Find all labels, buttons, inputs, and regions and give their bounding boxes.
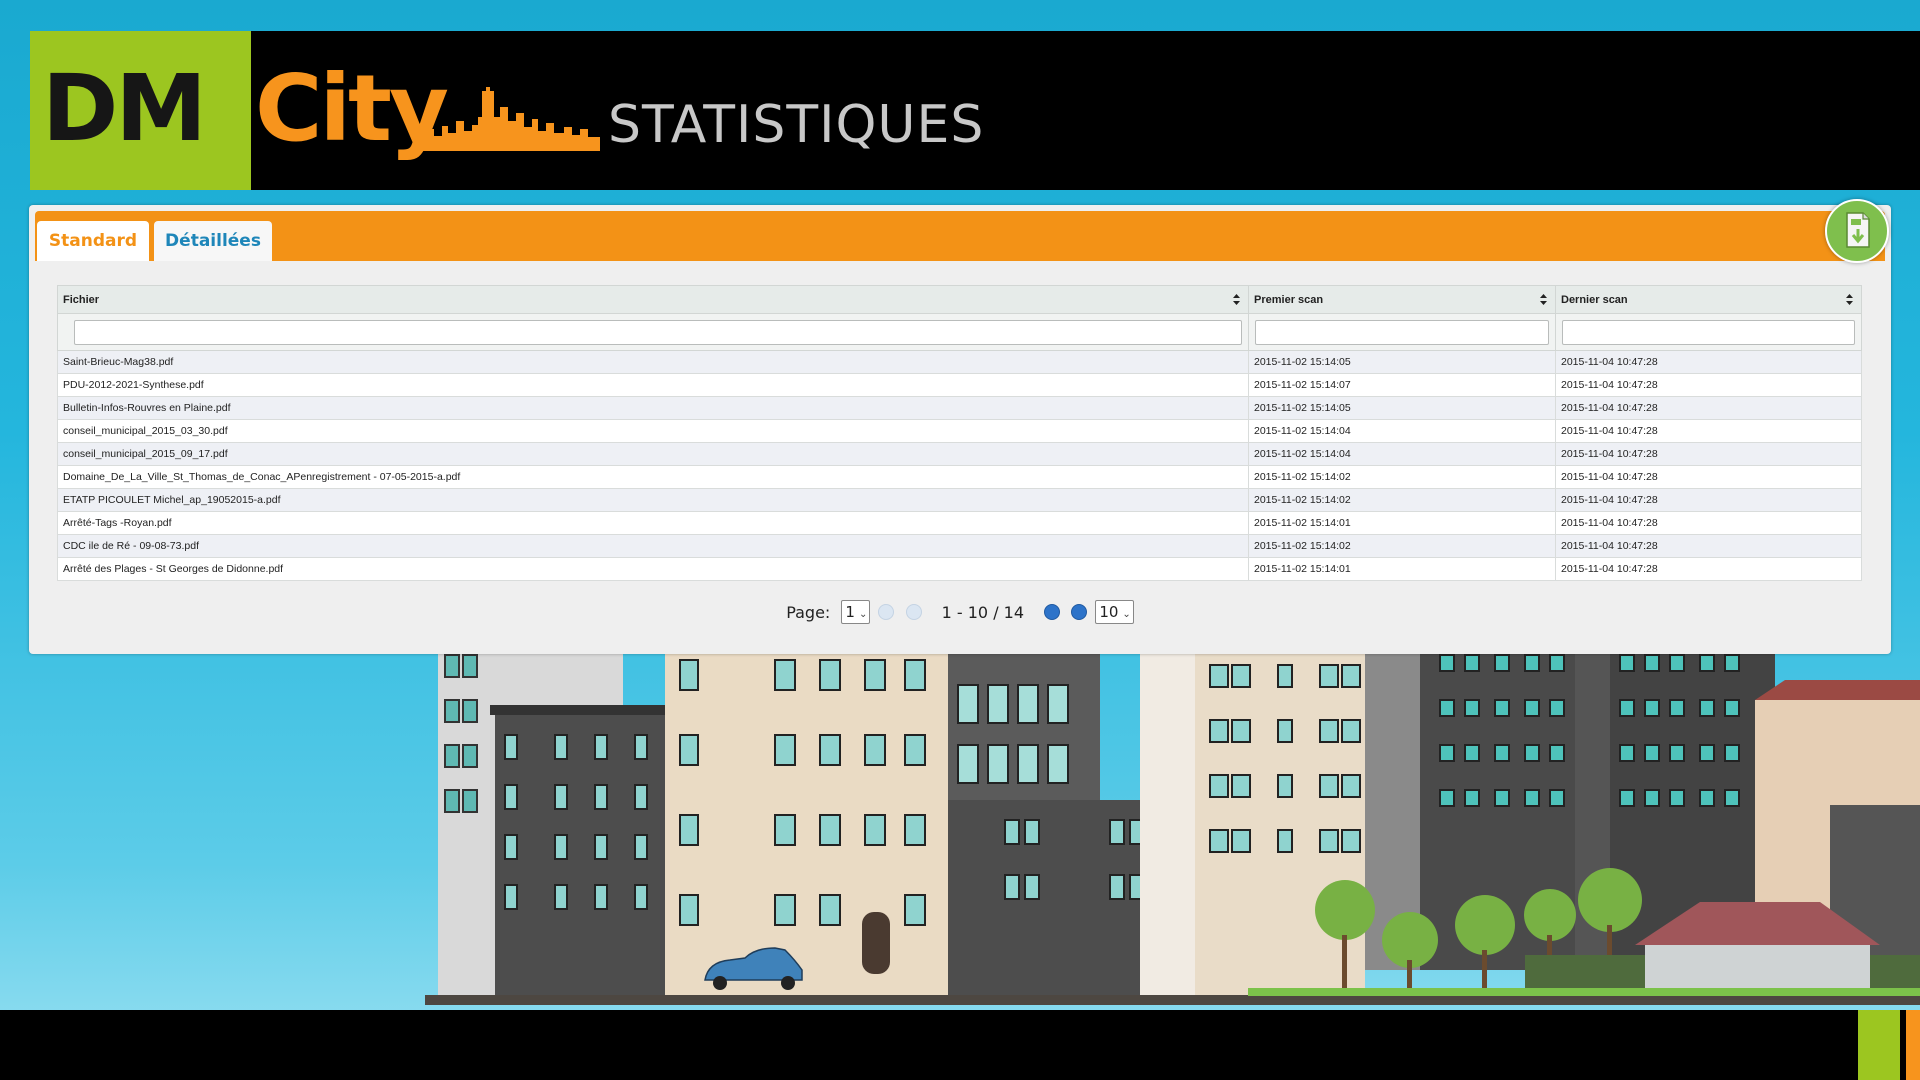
filter-cell: [57, 313, 1249, 351]
page-label: Page:: [786, 602, 831, 622]
table-body: Saint-Brieuc-Mag38.pdf 2015-11-02 15:14:0…: [57, 350, 1862, 581]
table-row[interactable]: Arrêté des Plages - St Georges de Didonn…: [57, 557, 1862, 581]
column-label: Dernier scan: [1561, 293, 1628, 306]
table-row[interactable]: conseil_municipal_2015_03_30.pdf 2015-11-…: [57, 419, 1862, 443]
logo-city-text: City: [255, 55, 449, 162]
per-page-select[interactable]: 10 ⌄: [1095, 600, 1134, 624]
cell-dernier-scan: 2015-11-04 10:47:28: [1555, 373, 1862, 397]
filter-cell: [1555, 313, 1862, 351]
pagination: Page: 1 ⌄ 1 - 10 / 14 10 ⌄: [29, 600, 1891, 624]
tab-detaillees[interactable]: Détaillées: [154, 221, 272, 261]
tab-standard[interactable]: Standard: [37, 221, 149, 261]
cell-premier-scan: 2015-11-02 15:14:02: [1248, 465, 1556, 489]
page-select[interactable]: 1 ⌄: [841, 600, 871, 624]
cell-dernier-scan: 2015-11-04 10:47:28: [1555, 350, 1862, 374]
cell-dernier-scan: 2015-11-04 10:47:28: [1555, 534, 1862, 558]
files-table: Fichier Premier scan Dernier scan Saint-…: [57, 285, 1862, 581]
footer-stripe-green: [1858, 1010, 1900, 1080]
cell-fichier: Saint-Brieuc-Mag38.pdf: [57, 350, 1249, 374]
sort-icon[interactable]: [1233, 294, 1240, 305]
statistics-panel: Standard Détaillées Fichier Premier scan: [29, 199, 1891, 654]
column-header-premier-scan[interactable]: Premier scan: [1248, 285, 1556, 314]
cell-dernier-scan: 2015-11-04 10:47:28: [1555, 511, 1862, 535]
cell-dernier-scan: 2015-11-04 10:47:28: [1555, 419, 1862, 443]
chevron-down-icon: ⌄: [1122, 609, 1131, 620]
last-page-icon[interactable]: [1071, 604, 1088, 620]
record-range: 1 - 10 / 14: [941, 602, 1025, 622]
table-row[interactable]: ETATP PICOULET Michel_ap_19052015-a.pdf 2…: [57, 488, 1862, 512]
cell-dernier-scan: 2015-11-04 10:47:28: [1555, 396, 1862, 420]
cell-fichier: Arrêté des Plages - St Georges de Didonn…: [57, 557, 1249, 581]
cell-premier-scan: 2015-11-02 15:14:05: [1248, 396, 1556, 420]
csv-download-icon: [1846, 212, 1870, 248]
table-row[interactable]: conseil_municipal_2015_09_17.pdf 2015-11-…: [57, 442, 1862, 466]
table-row[interactable]: PDU-2012-2021-Synthese.pdf 2015-11-02 15:…: [57, 373, 1862, 397]
column-label: Premier scan: [1254, 293, 1324, 306]
cell-premier-scan: 2015-11-02 15:14:02: [1248, 534, 1556, 558]
cell-dernier-scan: 2015-11-04 10:47:28: [1555, 465, 1862, 489]
table-row[interactable]: Domaine_De_La_Ville_St_Thomas_de_Conac_A…: [57, 465, 1862, 489]
csv-export-button[interactable]: [1825, 199, 1889, 263]
cell-fichier: conseil_municipal_2015_09_17.pdf: [57, 442, 1249, 466]
cell-premier-scan: 2015-11-02 15:14:04: [1248, 442, 1556, 466]
next-page-icon[interactable]: [1044, 604, 1061, 620]
per-page-select-value: 10: [1099, 603, 1119, 621]
filter-dernier-scan-input[interactable]: [1562, 319, 1855, 345]
filter-cell: [1248, 313, 1556, 351]
cell-premier-scan: 2015-11-02 15:14:04: [1248, 419, 1556, 443]
cell-dernier-scan: 2015-11-04 10:47:28: [1555, 557, 1862, 581]
footer-bar: [0, 1010, 1920, 1080]
tab-bar: Standard Détaillées: [35, 199, 1889, 263]
cell-dernier-scan: 2015-11-04 10:47:28: [1555, 442, 1862, 466]
table-row[interactable]: Bulletin-Infos-Rouvres en Plaine.pdf 2015…: [57, 396, 1862, 420]
cell-fichier: PDU-2012-2021-Synthese.pdf: [57, 373, 1249, 397]
sort-icon[interactable]: [1540, 294, 1547, 305]
cell-premier-scan: 2015-11-02 15:14:01: [1248, 557, 1556, 581]
cell-fichier: ETATP PICOULET Michel_ap_19052015-a.pdf: [57, 488, 1249, 512]
cell-fichier: Domaine_De_La_Ville_St_Thomas_de_Conac_A…: [57, 465, 1249, 489]
sort-icon[interactable]: [1846, 294, 1853, 305]
page-select-value: 1: [845, 603, 855, 621]
first-page-icon[interactable]: [878, 604, 895, 620]
table-row[interactable]: Arrêté-Tags -Royan.pdf 2015-11-02 15:14:0…: [57, 511, 1862, 535]
table-row[interactable]: Saint-Brieuc-Mag38.pdf 2015-11-02 15:14:0…: [57, 350, 1862, 374]
column-header-dernier-scan[interactable]: Dernier scan: [1555, 285, 1862, 314]
footer-stripe-orange: [1906, 1010, 1920, 1080]
logo-dm-text: DM: [42, 55, 207, 162]
cell-premier-scan: 2015-11-02 15:14:07: [1248, 373, 1556, 397]
page-title: STATISTIQUES: [608, 95, 985, 155]
city-illustration: [425, 640, 1920, 1005]
cell-fichier: conseil_municipal_2015_03_30.pdf: [57, 419, 1249, 443]
cell-fichier: CDC ile de Ré - 09-08-73.pdf: [57, 534, 1249, 558]
cell-premier-scan: 2015-11-02 15:14:02: [1248, 488, 1556, 512]
cell-dernier-scan: 2015-11-04 10:47:28: [1555, 488, 1862, 512]
previous-page-icon[interactable]: [905, 604, 922, 620]
column-header-fichier[interactable]: Fichier: [57, 285, 1249, 314]
cell-premier-scan: 2015-11-02 15:14:05: [1248, 350, 1556, 374]
chevron-down-icon: ⌄: [858, 609, 868, 620]
table-row[interactable]: CDC ile de Ré - 09-08-73.pdf 2015-11-02 1…: [57, 534, 1862, 558]
filter-premier-scan-input[interactable]: [1255, 319, 1549, 345]
app-header: DM City STATISTIQUES: [30, 31, 1920, 190]
skyline-logo-icon: [420, 87, 600, 151]
cell-premier-scan: 2015-11-02 15:14:01: [1248, 511, 1556, 535]
filter-fichier-input[interactable]: [74, 319, 1242, 345]
cell-fichier: Arrêté-Tags -Royan.pdf: [57, 511, 1249, 535]
column-label: Fichier: [63, 293, 100, 306]
cell-fichier: Bulletin-Infos-Rouvres en Plaine.pdf: [57, 396, 1249, 420]
